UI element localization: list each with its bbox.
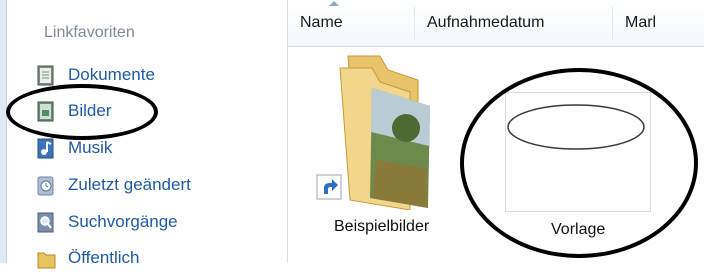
- nav-item-suchvorgaenge[interactable]: Suchvorgänge: [34, 207, 282, 237]
- pictures-icon: [34, 100, 60, 122]
- column-header-label: Marl: [625, 14, 657, 31]
- nav-item-label: Öffentlich: [68, 248, 140, 267]
- documents-icon: [34, 64, 60, 86]
- nav-item-dokumente[interactable]: Dokumente: [34, 60, 282, 90]
- image-thumbnail: [505, 92, 651, 212]
- column-header-label: Name: [300, 14, 343, 31]
- nav-item-bilder[interactable]: Bilder: [34, 96, 282, 126]
- column-header-marl[interactable]: Marl: [613, 0, 704, 46]
- nav-item-zuletzt-geaendert[interactable]: Zuletzt geändert: [34, 170, 282, 200]
- nav-item-label: Dokumente: [68, 65, 155, 84]
- file-item-vorlage[interactable]: Vorlage: [495, 84, 655, 254]
- favorites-section-title: Linkfavoriten: [44, 24, 135, 41]
- public-folder-icon: [34, 247, 60, 269]
- nav-item-label: Zuletzt geändert: [68, 175, 191, 194]
- shortcut-arrow-icon: [316, 174, 342, 200]
- searches-icon: [34, 211, 60, 233]
- nav-item-label: Musik: [68, 138, 113, 157]
- file-item-beispielbilder[interactable]: Beispielbilder: [300, 50, 480, 250]
- nav-item-label: Suchvorgänge: [68, 212, 178, 231]
- nav-edge-line: [6, 0, 7, 263]
- column-header-aufnahmedatum[interactable]: Aufnahmedatum: [415, 0, 612, 46]
- sort-ascending-icon: [329, 1, 339, 6]
- nav-item-musik[interactable]: Musik: [34, 133, 282, 163]
- column-header-name[interactable]: Name: [288, 0, 414, 46]
- file-name: Vorlage: [551, 221, 606, 238]
- navigation-pane: Linkfavoriten Dokumente Bilder Musik Zul…: [0, 0, 287, 269]
- ellipse-image: [507, 104, 645, 150]
- nav-item-oeffentlich[interactable]: Öffentlich: [34, 243, 282, 273]
- recent-icon: [34, 174, 60, 196]
- column-header: Name Aufnahmedatum Marl: [288, 0, 704, 47]
- music-icon: [34, 137, 60, 159]
- column-header-label: Aufnahmedatum: [427, 14, 545, 31]
- nav-item-label: Bilder: [68, 101, 112, 120]
- file-name: Beispielbilder: [334, 218, 430, 235]
